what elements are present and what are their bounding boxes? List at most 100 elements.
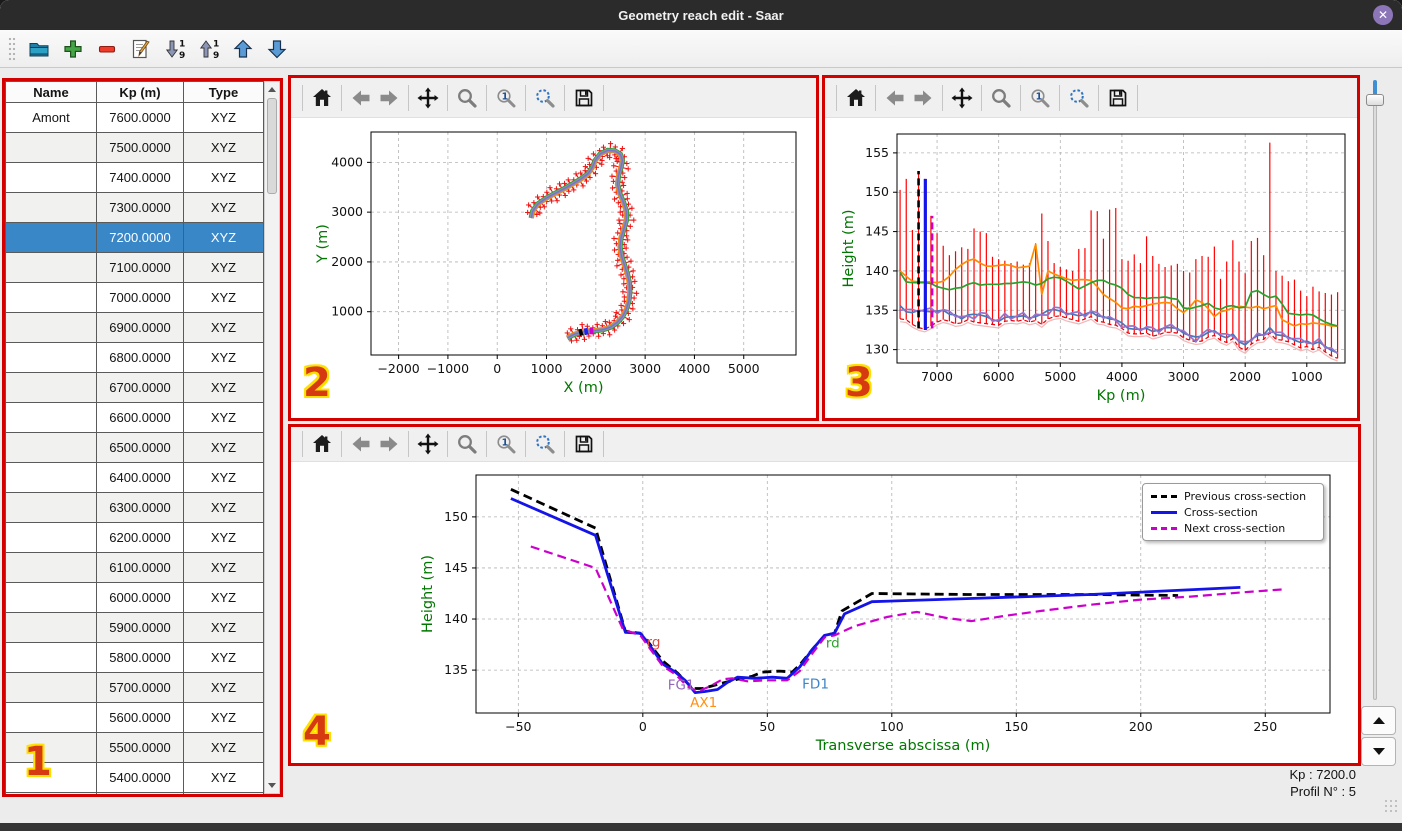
app-window: Geometry reach edit - Saar ✕ 1919 Name Kp… (0, 0, 1402, 831)
profile-slider[interactable] (1373, 82, 1377, 700)
zoom-icon[interactable] (453, 83, 481, 113)
long-profile-plot[interactable]: 7000 6000 5000 4000 3000 2000 1000 130 135 140 145… (825, 118, 1357, 418)
table-row[interactable]: 6700.0000 XYZ (5, 373, 264, 403)
type-cell: XYZ (183, 583, 264, 613)
zoom-icon[interactable] (453, 429, 481, 459)
plan-view-panel: 1 −2000 −1000 0 1000 2000 3000 4000 5000 1000 200… (291, 78, 816, 418)
toolbar-separator (447, 84, 448, 111)
svg-text:1: 1 (179, 39, 185, 49)
table-row[interactable]: 5700.0000 XYZ (5, 673, 264, 703)
annotation-label-3: 3 (845, 360, 873, 406)
back-icon[interactable] (881, 83, 909, 113)
pan-icon[interactable] (948, 83, 976, 113)
name-cell (5, 403, 96, 433)
forward-icon[interactable] (909, 83, 937, 113)
type-cell: XYZ (183, 193, 264, 223)
save-icon[interactable] (1104, 83, 1132, 113)
table-row[interactable]: 5300.0000XYZ (5, 793, 264, 794)
table-row[interactable]: 5600.0000 XYZ (5, 703, 264, 733)
previous-profile-button[interactable] (1361, 706, 1396, 735)
annotation-label-1: 1 (24, 739, 52, 785)
table-row[interactable]: 6800.0000 XYZ (5, 343, 264, 373)
table-scrollbar-thumb[interactable] (267, 98, 277, 194)
back-icon[interactable] (347, 429, 375, 459)
kp-cell: 7500.0000 (96, 133, 183, 163)
kp-cell: 6100.0000 (96, 553, 183, 583)
resize-grip[interactable] (1384, 799, 1398, 813)
svg-text:250: 250 (1253, 719, 1277, 734)
close-button[interactable]: ✕ (1373, 5, 1393, 25)
pan-icon[interactable] (414, 429, 442, 459)
kp-cell: 7100.0000 (96, 253, 183, 283)
sort-up-19-icon[interactable]: 19 (194, 35, 224, 63)
zoom-icon[interactable] (987, 83, 1015, 113)
toolbar-drag-handle[interactable] (8, 35, 16, 62)
table-row[interactable]: 6200.0000 XYZ (5, 523, 264, 553)
table-row[interactable]: Amont 7600.0000 XYZ (5, 103, 264, 133)
table-row[interactable]: 7200.0000 XYZ (5, 223, 264, 253)
svg-text:3000: 3000 (1168, 369, 1200, 384)
home-icon[interactable] (842, 83, 870, 113)
zoom-auto-icon[interactable] (531, 83, 559, 113)
arrow-up-icon[interactable] (228, 35, 258, 63)
column-header[interactable]: Kp (m) (96, 81, 183, 103)
table-row[interactable]: 6900.0000 XYZ (5, 313, 264, 343)
name-cell (5, 523, 96, 553)
type-cell: XYZ (183, 613, 264, 643)
edit-icon[interactable] (126, 35, 156, 63)
long-profile-toolbar: 1 (825, 78, 1357, 118)
back-icon[interactable] (347, 83, 375, 113)
table-scrollbar[interactable] (264, 81, 280, 794)
table-row[interactable]: 5900.0000 XYZ (5, 613, 264, 643)
arrow-down-icon[interactable] (262, 35, 292, 63)
forward-icon[interactable] (375, 429, 403, 459)
scroll-down-icon[interactable] (266, 779, 278, 792)
toolbar-separator (564, 84, 565, 111)
svg-text:0: 0 (493, 361, 501, 376)
table-row[interactable]: 7300.0000 XYZ (5, 193, 264, 223)
kp-cell: 6800.0000 (96, 343, 183, 373)
plus-icon[interactable] (58, 35, 88, 63)
table-row[interactable]: 7000.0000 XYZ (5, 283, 264, 313)
folder-icon[interactable] (24, 35, 54, 63)
plan-view-plot[interactable]: −2000 −1000 0 1000 2000 3000 4000 5000 1000 2000 3… (291, 118, 816, 418)
profile-slider-handle[interactable] (1366, 94, 1384, 106)
save-icon[interactable] (570, 429, 598, 459)
zoom-auto-icon[interactable] (531, 429, 559, 459)
minus-icon[interactable] (92, 35, 122, 63)
table-row[interactable]: 6000.0000 XYZ (5, 583, 264, 613)
table-row[interactable]: 6600.0000 XYZ (5, 403, 264, 433)
save-icon[interactable] (570, 83, 598, 113)
svg-text:−2000: −2000 (377, 361, 419, 376)
home-icon[interactable] (308, 429, 336, 459)
table-row[interactable]: 7500.0000 XYZ (5, 133, 264, 163)
sort-down-19-icon[interactable]: 19 (160, 35, 190, 63)
zoom-one-icon[interactable]: 1 (492, 83, 520, 113)
table-row[interactable]: 6300.0000 XYZ (5, 493, 264, 523)
zoom-one-icon[interactable]: 1 (1026, 83, 1054, 113)
toolbar-separator (302, 431, 303, 457)
toolbar-separator (447, 431, 448, 457)
column-header[interactable]: Name (5, 81, 96, 103)
toolbar-separator (564, 431, 565, 457)
pan-icon[interactable] (414, 83, 442, 113)
table-row[interactable]: 6400.0000 XYZ (5, 463, 264, 493)
table-row[interactable]: 6100.0000 XYZ (5, 553, 264, 583)
name-cell (5, 553, 96, 583)
home-icon[interactable] (308, 83, 336, 113)
table-row[interactable]: 7100.0000 XYZ (5, 253, 264, 283)
table-row[interactable]: 6500.0000 XYZ (5, 433, 264, 463)
toolbar-separator (525, 431, 526, 457)
scroll-up-icon[interactable] (266, 83, 278, 96)
next-profile-button[interactable] (1361, 737, 1396, 766)
svg-text:1000: 1000 (331, 304, 363, 319)
table-row[interactable]: 7400.0000 XYZ (5, 163, 264, 193)
svg-text:3000: 3000 (629, 361, 661, 376)
forward-icon[interactable] (375, 83, 403, 113)
table-row[interactable]: 5800.0000 XYZ (5, 643, 264, 673)
svg-text:140: 140 (865, 263, 889, 278)
zoom-one-icon[interactable]: 1 (492, 429, 520, 459)
column-header[interactable]: Type (183, 81, 264, 103)
zoom-auto-icon[interactable] (1065, 83, 1093, 113)
kp-cell: 5600.0000 (96, 703, 183, 733)
